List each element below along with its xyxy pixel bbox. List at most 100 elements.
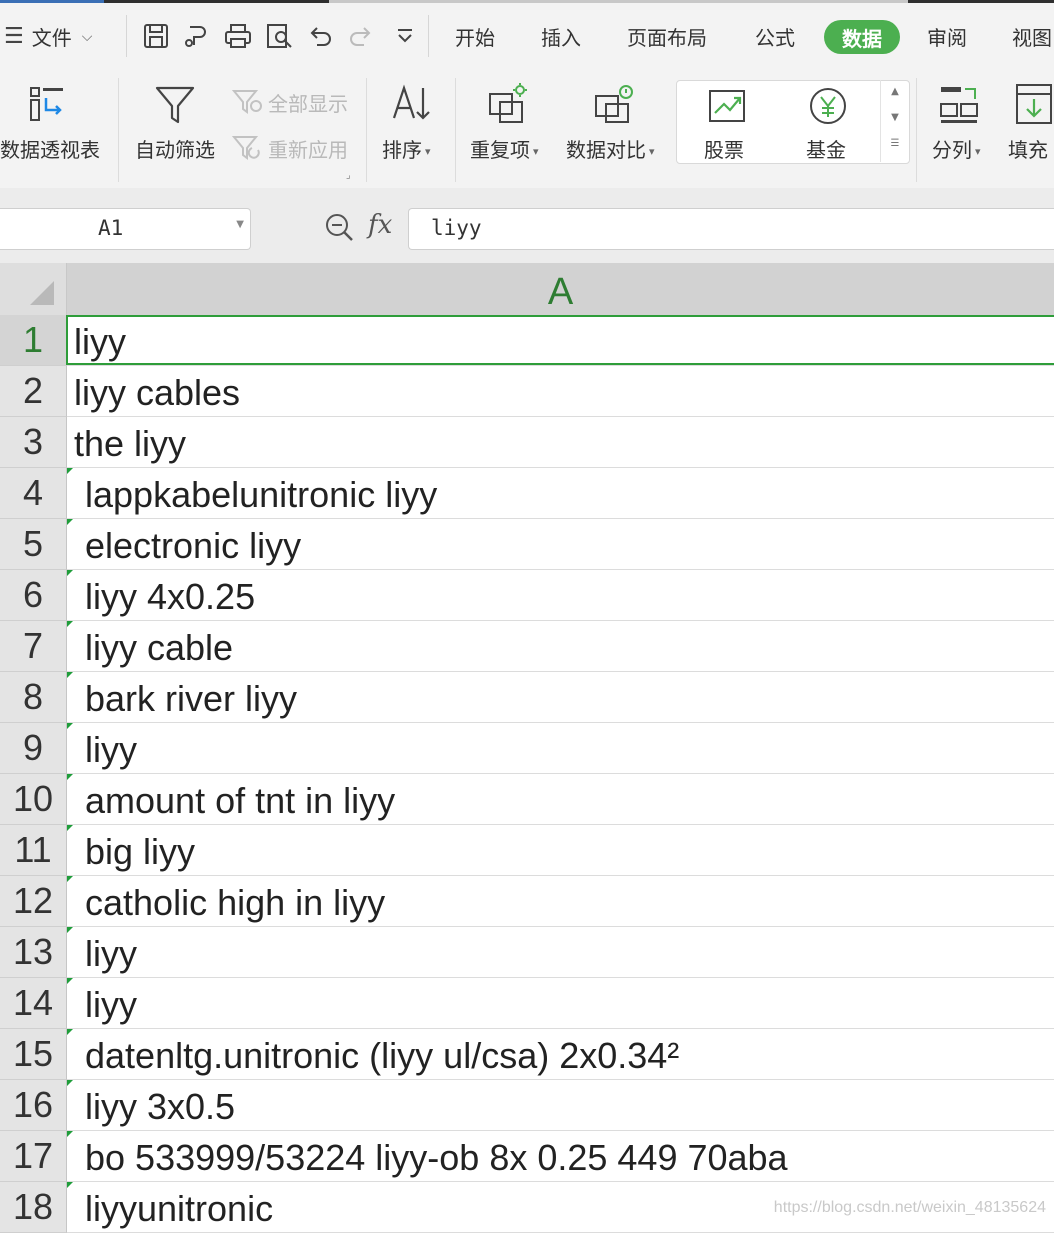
row-header[interactable]: 17	[0, 1131, 67, 1182]
row-header[interactable]: 11	[0, 825, 67, 876]
fill-button[interactable]: 填充	[1004, 70, 1054, 180]
cell[interactable]: liyy 4x0.25	[67, 570, 1054, 621]
formula-input[interactable]: liyy	[408, 208, 1054, 250]
print-icon[interactable]	[223, 21, 253, 51]
cell[interactable]: electronic liyy	[67, 519, 1054, 570]
cell[interactable]: liyy 3x0.5	[67, 1080, 1054, 1131]
row-header[interactable]: 9	[0, 723, 67, 774]
table-row: 16 liyy 3x0.5	[0, 1080, 1054, 1131]
pivot-table-button[interactable]: 数据透视表	[0, 70, 108, 180]
table-row: 11 big liyy	[0, 825, 1054, 876]
format-painter-icon[interactable]	[182, 21, 212, 51]
chevron-down-icon: ⌵	[81, 28, 93, 45]
chevron-down-icon[interactable]: ▼	[236, 219, 244, 230]
gallery-expand-icon[interactable]: ☰	[881, 138, 909, 149]
filter-icon	[154, 84, 196, 126]
row-header[interactable]: 16	[0, 1080, 67, 1131]
fund-label: 基金	[806, 138, 846, 162]
filter-refresh-icon	[232, 134, 264, 162]
scroll-down-icon[interactable]: ▼	[881, 112, 909, 123]
row-header[interactable]: 14	[0, 978, 67, 1029]
cell[interactable]: bark river liyy	[67, 672, 1054, 723]
data-compare-label: 数据对比	[566, 138, 646, 162]
row-header[interactable]: 3	[0, 417, 67, 468]
row-header[interactable]: 5	[0, 519, 67, 570]
row-header[interactable]: 1	[0, 315, 67, 366]
duplicates-label: 重复项	[470, 138, 530, 162]
tab-data[interactable]: 数据	[824, 20, 900, 54]
tab-page-layout[interactable]: 页面布局	[627, 3, 707, 70]
tab-view[interactable]: 视图	[1012, 3, 1052, 70]
caret-down-icon: ▾	[533, 145, 539, 158]
menu-bar: ☰ 文件 ⌵ 开始 插入 页面布局 公式 数据 审阅 视图	[0, 3, 1054, 70]
cell[interactable]: liyy	[67, 723, 1054, 774]
table-row: 9 liyy	[0, 723, 1054, 774]
tab-insert[interactable]: 插入	[541, 3, 581, 70]
cell[interactable]: bo 533999/53224 liyy-ob 8x 0.25 449 70ab…	[67, 1131, 1054, 1182]
table-row: 14 liyy	[0, 978, 1054, 1029]
split-column-button[interactable]: 分列 ▾	[926, 70, 994, 180]
column-header-a[interactable]: A	[67, 263, 1054, 316]
row-header[interactable]: 13	[0, 927, 67, 978]
stock-button[interactable]: 股票	[690, 82, 764, 162]
cell[interactable]: liyy	[67, 978, 1054, 1029]
reapply-label: 重新应用	[268, 138, 348, 162]
tab-review[interactable]: 审阅	[927, 3, 967, 70]
row-header[interactable]: 18	[0, 1182, 67, 1233]
tab-formulas[interactable]: 公式	[755, 3, 795, 70]
save-icon[interactable]	[141, 21, 171, 51]
gallery-scroll[interactable]: ▲ ▼ ☰	[880, 80, 909, 162]
customize-toolbar-icon[interactable]	[390, 21, 420, 51]
cell[interactable]: big liyy	[67, 825, 1054, 876]
stock-label: 股票	[704, 138, 744, 162]
fund-button[interactable]: 基金	[792, 82, 866, 162]
scroll-up-icon[interactable]: ▲	[881, 86, 909, 97]
cell[interactable]: catholic high in liyy	[67, 876, 1054, 927]
row-header[interactable]: 4	[0, 468, 67, 519]
table-row: 10 amount of tnt in liyy	[0, 774, 1054, 825]
table-row: 12 catholic high in liyy	[0, 876, 1054, 927]
table-row: 2 liyy cables	[0, 366, 1054, 417]
row-header[interactable]: 15	[0, 1029, 67, 1080]
redo-icon[interactable]	[346, 21, 376, 51]
row-header[interactable]: 8	[0, 672, 67, 723]
autofilter-button[interactable]: 自动筛选	[130, 70, 226, 180]
data-compare-icon	[592, 82, 636, 126]
cell[interactable]: datenltg.unitronic (liyy ul/csa) 2x0.34²	[67, 1029, 1054, 1080]
table-row: 15 datenltg.unitronic (liyy ul/csa) 2x0.3…	[0, 1029, 1054, 1080]
row-header[interactable]: 10	[0, 774, 67, 825]
row-header[interactable]: 7	[0, 621, 67, 672]
split-column-icon	[938, 82, 982, 126]
cell[interactable]: liyy	[67, 927, 1054, 978]
function-icon[interactable]: fx	[368, 210, 392, 240]
name-box[interactable]: A1 ▼	[0, 208, 251, 250]
cell[interactable]: amount of tnt in liyy	[67, 774, 1054, 825]
row-header[interactable]: 2	[0, 366, 67, 417]
show-all-label: 全部显示	[268, 92, 348, 116]
cell[interactable]: the liyy	[67, 417, 1054, 468]
sort-button[interactable]: 排序 ▾	[376, 70, 448, 180]
formula-content: liyy	[431, 216, 482, 240]
undo-icon[interactable]	[305, 21, 335, 51]
pivot-table-icon	[28, 84, 68, 124]
data-compare-button[interactable]: 数据对比 ▾	[562, 70, 666, 180]
reapply-button[interactable]: 重新应用	[232, 132, 357, 164]
cell[interactable]: liyy cable	[67, 621, 1054, 672]
cell[interactable]: liyy cables	[67, 366, 1054, 417]
select-all-corner[interactable]	[0, 263, 67, 315]
zoom-formula-icon[interactable]	[324, 212, 356, 244]
table-row: 17 bo 533999/53224 liyy-ob 8x 0.25 449 70…	[0, 1131, 1054, 1182]
dialog-launcher-icon[interactable]: ⌟	[346, 170, 351, 181]
duplicates-button[interactable]: 重复项 ▾	[466, 70, 554, 180]
row-header[interactable]: 6	[0, 570, 67, 621]
formula-bar: A1 ▼ fx liyy	[0, 188, 1054, 263]
file-menu[interactable]: ☰ 文件 ⌵	[4, 3, 92, 70]
tab-home[interactable]: 开始	[455, 3, 495, 70]
table-row: 6 liyy 4x0.25	[0, 570, 1054, 621]
autofilter-label: 自动筛选	[135, 138, 215, 162]
show-all-button[interactable]: 全部显示	[232, 86, 357, 118]
cell[interactable]: liyy	[67, 315, 1054, 366]
row-header[interactable]: 12	[0, 876, 67, 927]
cell[interactable]: lappkabelunitronic liyy	[67, 468, 1054, 519]
print-preview-icon[interactable]	[264, 21, 294, 51]
